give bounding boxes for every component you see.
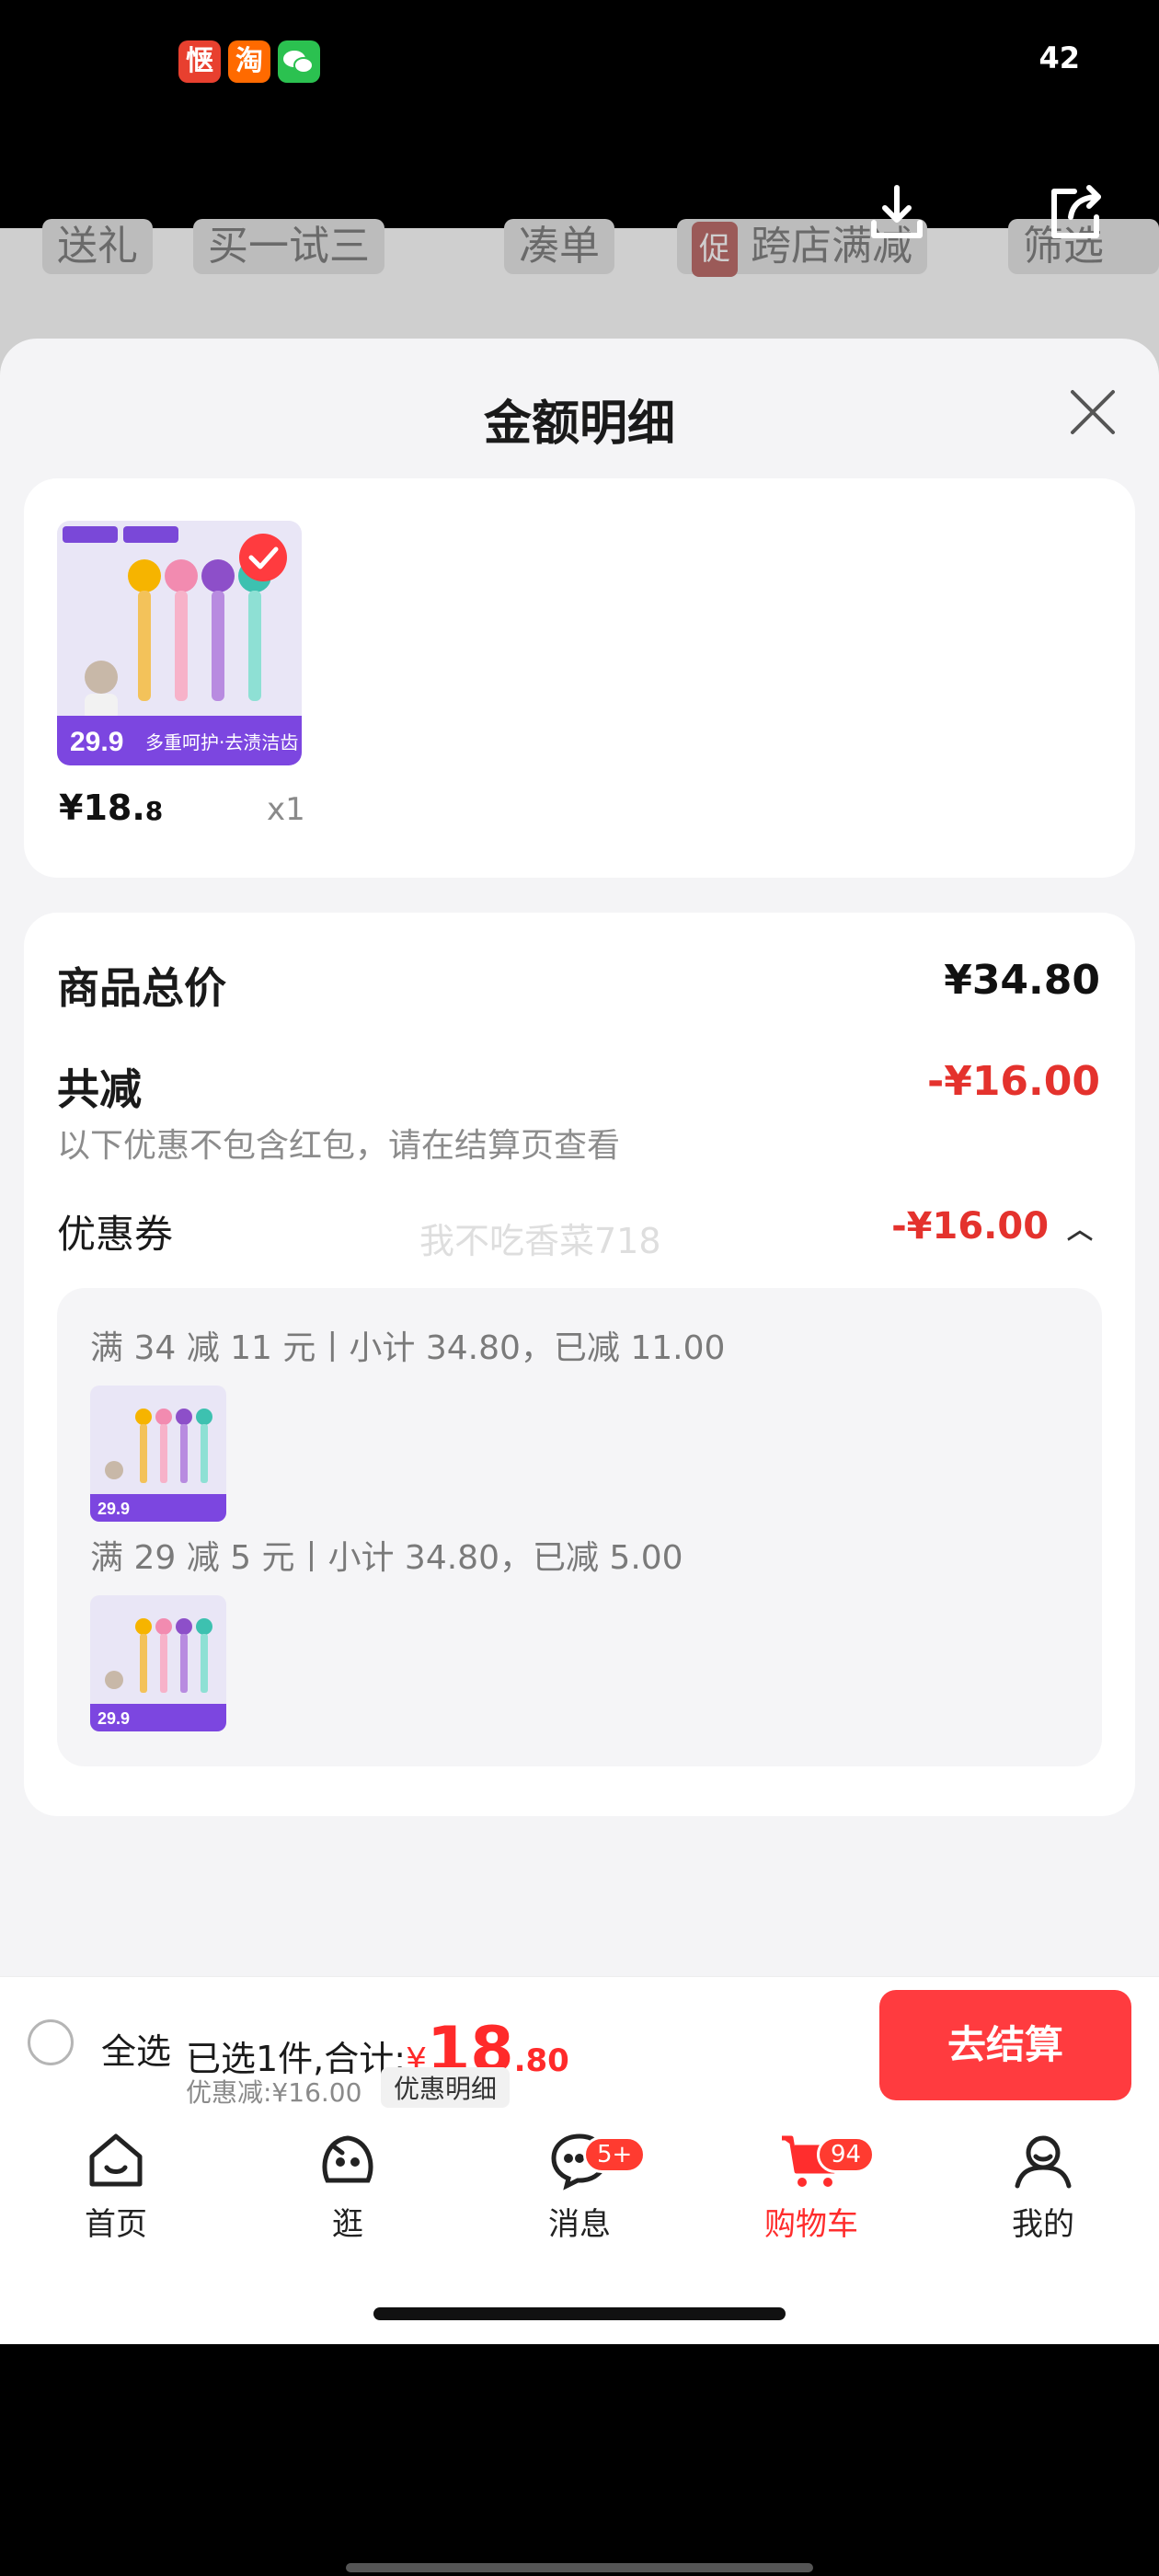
coupon-item-text: 满 29 减 5 元丨小计 34.80，已减 5.00 [90,1539,683,1577]
home-indicator [373,2307,786,2320]
filter-bundle: 凑单 [504,219,614,274]
download-icon[interactable] [865,180,929,245]
discount-line: 优惠减:¥16.00 [186,2077,362,2108]
promo-tag: 促 [692,222,738,277]
browse-icon [322,2135,373,2183]
tab-label: 购物车 [764,2206,858,2243]
discount-detail-button[interactable]: 优惠明细 [381,2067,511,2108]
coupon-value-toggle[interactable]: -¥16.00 ︿ [891,1205,1093,1248]
tab-label: 逛 [332,2206,363,2243]
wechat-icon [278,40,320,83]
app-icon-1: 惬 [178,40,221,83]
checkout-button[interactable]: 去结算 [879,1990,1131,2100]
product-quantity: x1 [267,791,305,828]
checkout-bar: 全选 已选1件,合计:¥18.80 优惠减:¥16.00 优惠明细 去结算 [0,1976,1159,2110]
profile-icon [1015,2135,1072,2189]
tab-messages[interactable]: 消息 5+ [515,2127,647,2244]
tab-profile[interactable]: 我的 [979,2127,1107,2244]
coupon-list: 满 34 减 11 元丨小计 34.80，已减 11.00 29.9 满 29 … [57,1288,1102,1766]
messages-badge: 5+ [583,2136,647,2173]
tab-label: 我的 [1012,2206,1074,2243]
coupon-label: 优惠券 [57,1212,174,1257]
tab-cart[interactable]: 购物车 94 [747,2127,876,2244]
lower-black-area [0,2344,1159,2576]
tab-browse[interactable]: 逛 [283,2127,412,2244]
coupon-item-text: 满 34 减 11 元丨小计 34.80，已减 11.00 [90,1329,726,1367]
coupon-value: -¥16.00 [891,1205,1050,1248]
product-image[interactable]: 29.9 多重呵护·去渍洁齿 [57,521,302,765]
taobao-icon: 淘 [228,40,270,83]
amount-detail-sheet: 金额明细 29.9 多重呵护·去渍洁齿 ¥18.8 x1 商品总价 ¥34.80… [0,339,1159,1976]
lower-home-indicator [346,2563,813,2572]
price-detail-card: 商品总价 ¥34.80 共减 -¥16.00 以下优惠不包含红包，请在结算页查看… [24,913,1135,1816]
select-all-checkbox[interactable] [28,2019,74,2065]
select-all-label[interactable]: 全选 [101,2023,171,2074]
cart-badge: 94 [817,2136,876,2173]
product-price: ¥18.8 [59,788,164,828]
close-icon[interactable] [1067,386,1119,438]
summary-amount-decimal: .80 [513,2042,569,2079]
tab-home[interactable]: 首页 [52,2127,180,2244]
coupon-item-image: 29.9 [90,1595,226,1731]
status-bar: 惬 淘 42 [0,0,1159,228]
svg-text:29.9: 29.9 [70,727,123,757]
total-price-label: 商品总价 [57,963,226,1013]
svg-text:29.9: 29.9 [98,1500,130,1518]
home-icon [89,2133,143,2187]
product-card: 29.9 多重呵护·去渍洁齿 ¥18.8 x1 [24,478,1135,878]
chevron-up-icon: ︿ [1066,1214,1093,1245]
svg-text:多重呵护·去渍洁齿: 多重呵护·去渍洁齿 [145,731,298,753]
coupon-item-image: 29.9 [90,1386,226,1522]
tab-label: 消息 [548,2206,611,2243]
watermark: 我不吃香菜718 [419,1221,661,1261]
reduce-note: 以下优惠不包含红包，请在结算页查看 [57,1127,621,1165]
status-time: 42 [1039,40,1080,75]
filter-gift: 送礼 [42,219,153,274]
filter-buy-try: 买一试三 [193,219,384,274]
tab-label: 首页 [85,2206,147,2243]
share-icon[interactable] [1043,180,1107,245]
total-reduce-label: 共减 [57,1064,142,1114]
sheet-title: 金额明细 [483,397,675,452]
svg-text:29.9: 29.9 [98,1709,130,1728]
total-reduce-value: -¥16.00 [926,1058,1100,1105]
total-price-value: ¥34.80 [944,957,1100,1004]
